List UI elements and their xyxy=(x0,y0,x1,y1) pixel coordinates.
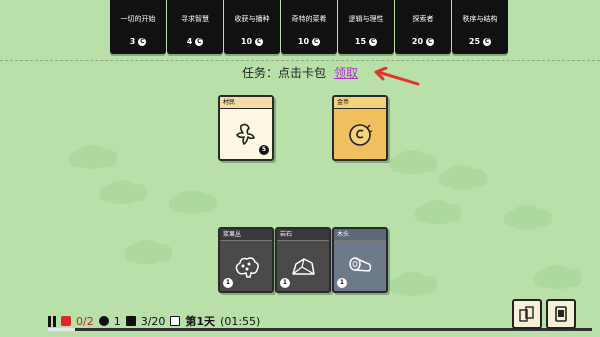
card-title: 浆果丛 xyxy=(220,229,272,241)
pack-explorers[interactable]: 探索者 20 C xyxy=(395,0,451,54)
pack-shelf: 一切的开始 3C 寻求智慧 4C 收获与播种 10 C 奇特的菜肴 10 C 逻辑与… xyxy=(0,0,600,56)
card-box-icon xyxy=(555,306,567,322)
coin-icon: C xyxy=(483,37,492,46)
pack-cost: 3C xyxy=(129,37,147,46)
pack-order[interactable]: 秩序与结构 25 C xyxy=(452,0,508,54)
card-coin[interactable]: 金币 xyxy=(332,95,388,161)
card-title: 岩石 xyxy=(277,229,329,241)
pack-wisdom[interactable]: 寻求智慧 4C xyxy=(167,0,223,54)
card-wood[interactable]: 木头 1 xyxy=(332,227,388,293)
pack-name: 逻辑与理性 xyxy=(348,15,384,23)
coin-icon: C xyxy=(426,37,435,46)
coin-icon: C xyxy=(312,37,321,46)
card-count: 3/20 xyxy=(140,314,166,328)
pack-name: 寻求智慧 xyxy=(181,15,209,23)
card-rock[interactable]: 岩石 1 xyxy=(275,227,331,293)
coin-icon xyxy=(334,110,386,159)
arrow-icon xyxy=(374,67,420,86)
calendar-icon xyxy=(170,316,181,326)
card-count-badge: 5 xyxy=(259,145,269,155)
pack-cost: 25 C xyxy=(468,37,492,46)
pack-cost: 20 C xyxy=(411,37,435,46)
claim-link[interactable]: 领取 xyxy=(334,66,358,80)
card-count-icon xyxy=(125,316,136,326)
divider xyxy=(0,60,600,61)
coin-icon: C xyxy=(255,37,264,46)
cards-icon xyxy=(519,306,534,322)
pack-name: 收获与播种 xyxy=(234,15,270,23)
pause-button[interactable] xyxy=(48,315,56,327)
pack-curious-cuisine[interactable]: 奇特的菜肴 10 C xyxy=(281,0,337,54)
coin-icon xyxy=(98,316,109,326)
coin-icon: C xyxy=(138,37,147,46)
quest-label: 任务：点击卡包 xyxy=(241,66,326,80)
pack-harvest[interactable]: 收获与播种 10 C xyxy=(224,0,280,54)
card-title: 村民 xyxy=(220,97,272,109)
pack-cost: 15 C xyxy=(354,37,378,46)
pack-cost: 4C xyxy=(186,37,204,46)
pack-name: 秩序与结构 xyxy=(462,15,498,23)
food-icon xyxy=(61,316,71,326)
coin-icon: C xyxy=(369,37,378,46)
coin-icon: C xyxy=(195,37,204,46)
pack-cost: 10 C xyxy=(297,37,321,46)
card-count-badge: 1 xyxy=(223,278,233,288)
day-label: 第1天 xyxy=(185,315,216,328)
pack-name: 奇特的菜肴 xyxy=(291,15,327,23)
ideas-button[interactable] xyxy=(512,299,542,329)
day-progress-fill xyxy=(48,328,76,331)
coin-count: 1 xyxy=(113,314,121,328)
card-berry-bush[interactable]: 浆果丛 1 xyxy=(218,227,274,293)
pack-beginning[interactable]: 一切的开始 3C xyxy=(110,0,166,54)
status-bar: 0/2 1 3/20 第1天 (01:55) xyxy=(48,313,260,329)
card-count-badge: 1 xyxy=(337,278,347,288)
card-villager[interactable]: 村民 5 xyxy=(218,95,274,161)
pack-logic[interactable]: 逻辑与理性 15 C xyxy=(338,0,394,54)
food-count: 0/2 xyxy=(76,314,94,328)
card-title: 木头 xyxy=(334,229,386,241)
sell-button[interactable] xyxy=(546,299,576,329)
card-count-badge: 1 xyxy=(280,278,290,288)
day-progress-bar xyxy=(48,328,592,331)
pack-cost: 10 C xyxy=(240,37,264,46)
pack-name: 探索者 xyxy=(412,15,434,23)
quest-banner: 任务：点击卡包 领取 xyxy=(0,64,600,81)
pack-name: 一切的开始 xyxy=(120,15,156,23)
time-label: (01:55) xyxy=(220,314,261,328)
card-title: 金币 xyxy=(334,97,386,109)
